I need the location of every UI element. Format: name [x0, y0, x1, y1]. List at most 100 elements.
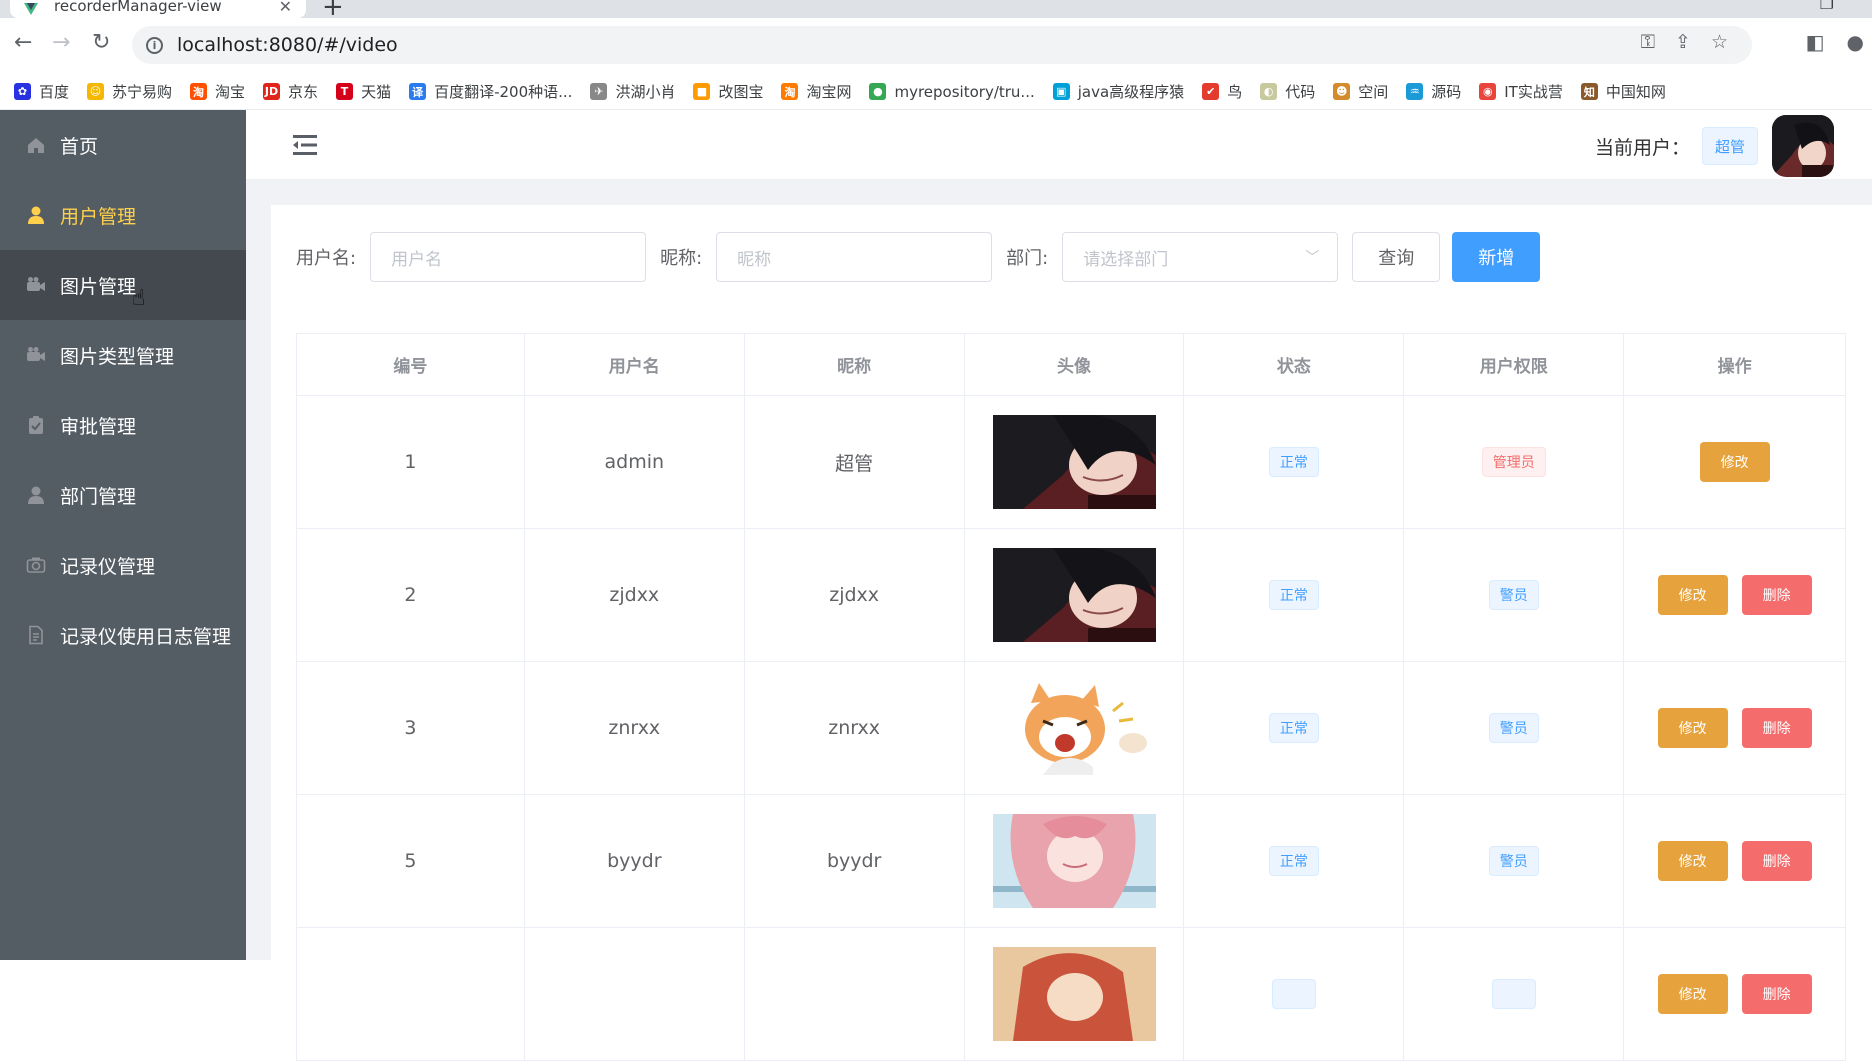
clipboard-check-icon [26, 415, 46, 435]
sidebar-item-8[interactable]: 记录仪使用日志管理 [0, 600, 246, 670]
status-badge: 正常 [1268, 447, 1319, 477]
edit-button[interactable]: 修改 [1657, 841, 1728, 881]
menu-collapse-icon[interactable] [292, 132, 318, 158]
edit-button[interactable]: 修改 [1657, 708, 1728, 748]
cell-id: 3 [297, 662, 525, 795]
cell-actions: 修改 [1624, 396, 1847, 529]
sidebar-item-7[interactable]: 记录仪管理 [0, 530, 246, 600]
bookmark-item[interactable]: ◉ IT实战营 [1479, 81, 1563, 102]
bookmark-item[interactable]: ● myrepository/tru... [869, 83, 1035, 101]
bookmark-label: 源码 [1431, 83, 1462, 101]
bookmark-favicon-icon: 淘 [781, 83, 799, 100]
cell-status: 正常 [1184, 396, 1405, 529]
delete-button[interactable]: 删除 [1741, 708, 1812, 748]
hand-cursor-icon: ☝ [132, 286, 146, 311]
browser-tab[interactable]: recorderManager-view ✕ [10, 0, 306, 18]
document-icon [26, 625, 46, 645]
bookmark-favicon-icon: ▣ [1052, 83, 1070, 100]
back-icon[interactable]: ← [14, 30, 32, 55]
user-table: 编号 用户名 昵称 头像 状态 用户权限 操作 1 admin 超管 正常 管理员 修改 2 zjdxx zj… [296, 333, 1847, 1061]
bookmark-item[interactable]: ✈ 洪湖小肖 [590, 81, 675, 102]
query-button[interactable]: 查询 [1352, 232, 1441, 282]
address-bar: ← → ↻ i localhost:8080/#/video ⚿ ⇪ ☆ ◧ ● [0, 18, 1872, 74]
cell-avatar [964, 928, 1185, 1061]
share-icon[interactable]: ⇪ [1675, 31, 1691, 53]
bookmarks-bar: ✿ 百度 ☺ 苏宁易购淘淘宝 JD 京东 T 天猫译百度翻译-200种语... ✈ 洪湖小肖 ■ 改图… [0, 74, 1872, 110]
cell-nickname: 超管 [744, 396, 965, 529]
bookmark-item[interactable]: 译百度翻译-200种语... [409, 81, 572, 102]
edit-button[interactable]: 修改 [1657, 974, 1728, 1014]
column-header: 状态 [1184, 334, 1405, 396]
bookmark-label: 京东 [288, 83, 319, 101]
bookmark-item[interactable]: ☻ 空间 [1333, 81, 1388, 102]
username-input[interactable]: 用户名 [370, 232, 647, 282]
status-badge: 正常 [1268, 846, 1319, 876]
bookmark-item[interactable]: ▣ java高级程序猿 [1052, 81, 1184, 102]
side-panel-icon[interactable]: ◧ [1806, 30, 1825, 54]
sidebar-item-label: 图片管理 [60, 275, 137, 298]
star-icon[interactable]: ☆ [1711, 31, 1728, 53]
cell-nickname: byydr [744, 795, 965, 928]
bookmark-item[interactable]: ♒ 源码 [1406, 81, 1461, 102]
info-icon[interactable]: i [146, 36, 163, 54]
bookmark-item[interactable]: ✿ 百度 [14, 81, 69, 102]
cell-id [297, 928, 525, 1061]
bookmark-item[interactable]: 淘淘宝 [190, 81, 245, 102]
bookmark-item[interactable]: ■ 改图宝 [693, 81, 763, 102]
cell-actions: 修改 删除 [1624, 928, 1847, 1061]
forward-icon[interactable]: → [52, 30, 70, 55]
bookmark-label: 淘宝网 [806, 83, 852, 101]
bookmark-label: 改图宝 [718, 83, 764, 101]
status-badge: 正常 [1268, 580, 1319, 610]
bookmark-item[interactable]: 淘淘宝网 [781, 81, 851, 102]
bookmark-item[interactable]: 知中国知网 [1580, 81, 1666, 102]
column-header: 编号 [297, 334, 525, 396]
close-icon[interactable]: ✕ [279, 0, 292, 16]
key-icon[interactable]: ⚿ [1641, 31, 1655, 53]
cell-actions: 修改 删除 [1624, 529, 1847, 662]
edit-button[interactable]: 修改 [1657, 575, 1728, 615]
bookmark-item[interactable]: ✔ 鸟 [1202, 81, 1242, 102]
delete-button[interactable]: 删除 [1741, 575, 1812, 615]
edit-button[interactable]: 修改 [1699, 442, 1770, 482]
sidebar-item-3[interactable]: 图片管理 ☝ [0, 250, 246, 320]
delete-button[interactable]: 删除 [1741, 841, 1812, 881]
profile-icon[interactable]: ● [1847, 30, 1864, 54]
row-actions: 修改 删除 [1657, 708, 1812, 748]
camera-outline-icon [26, 555, 46, 575]
cell-username [524, 928, 745, 1061]
sidebar-item-4[interactable]: 图片类型管理 [0, 320, 246, 390]
cell-role: 管理员 [1404, 396, 1625, 529]
bookmark-label: 淘宝 [215, 83, 246, 101]
restore-window-icon[interactable]: ❐ [1820, 0, 1834, 13]
bookmark-label: 中国知网 [1605, 83, 1666, 101]
bookmark-favicon-icon: ☻ [1333, 83, 1351, 100]
cell-id: 2 [297, 529, 525, 662]
bookmark-item[interactable]: JD 京东 [263, 81, 318, 102]
sidebar-item-6[interactable]: 部门管理 [0, 460, 246, 530]
reload-icon[interactable]: ↻ [92, 30, 110, 55]
bookmark-item[interactable]: ☺ 苏宁易购 [87, 81, 172, 102]
sidebar-item-2[interactable]: 用户管理 [0, 180, 246, 250]
cell-nickname [744, 928, 965, 1061]
row-actions: 修改 删除 [1657, 841, 1812, 881]
bookmark-favicon-icon: T [336, 83, 354, 100]
nickname-input[interactable]: 昵称 [716, 232, 993, 282]
cell-username: znrxx [524, 662, 745, 795]
bookmark-label: 鸟 [1227, 83, 1243, 101]
bookmark-item[interactable]: ◐ 代码 [1260, 81, 1315, 102]
role-badge: 管理员 [1481, 447, 1546, 477]
bookmark-favicon-icon: 淘 [190, 83, 208, 100]
add-button[interactable]: 新增 [1452, 232, 1541, 282]
department-select[interactable]: 请选择部门 ﹀ [1062, 232, 1339, 282]
sidebar-item-1[interactable]: 首页 [0, 110, 246, 180]
bookmark-item[interactable]: T 天猫 [336, 81, 391, 102]
avatar-thumbnail [992, 681, 1156, 775]
avatar[interactable] [1772, 115, 1834, 177]
sidebar-item-5[interactable]: 审批管理 [0, 390, 246, 460]
cell-avatar [964, 662, 1185, 795]
url-field[interactable]: i localhost:8080/#/video ⚿ ⇪ ☆ [132, 26, 1752, 64]
delete-button[interactable]: 删除 [1741, 974, 1812, 1014]
bookmark-label: 百度 [39, 83, 70, 101]
cell-status: 正常 [1184, 662, 1405, 795]
